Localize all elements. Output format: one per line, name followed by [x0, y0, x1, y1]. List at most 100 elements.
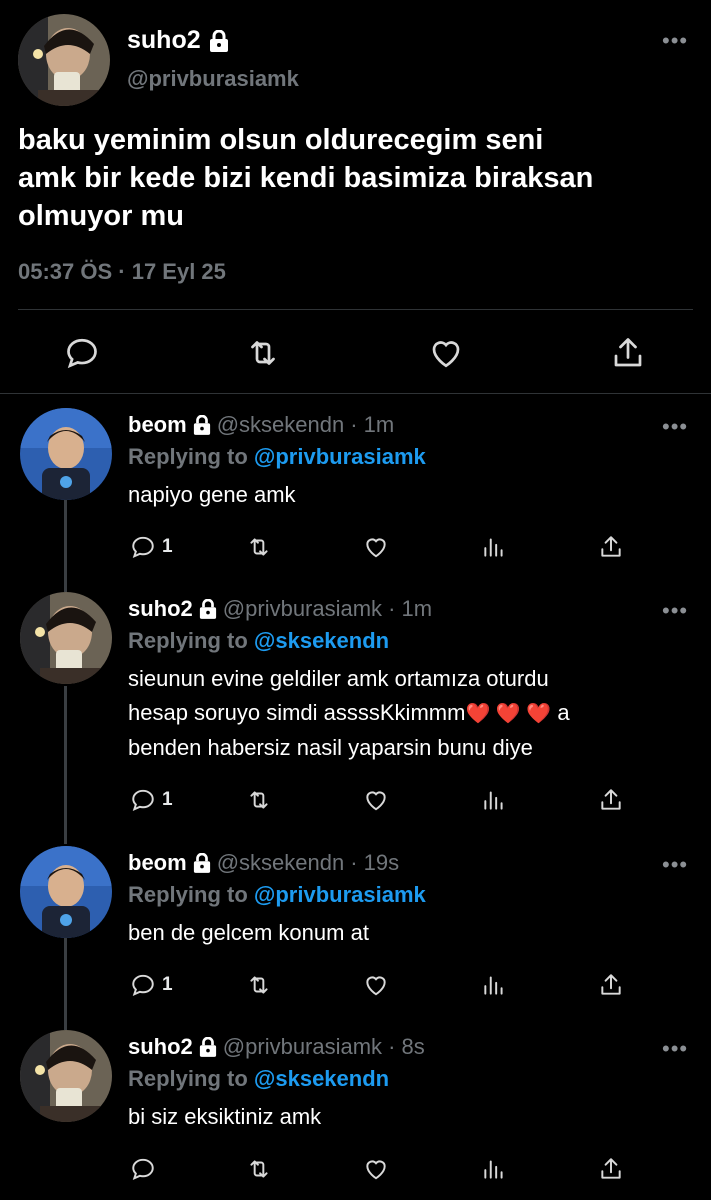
- reply-count: 1: [162, 974, 173, 995]
- like-button[interactable]: [363, 972, 389, 998]
- thread-line: [64, 500, 67, 592]
- lock-icon: [209, 29, 228, 52]
- mention-link[interactable]: @sksekendn: [254, 1066, 389, 1091]
- reply-count: 1: [162, 789, 173, 810]
- retweet-icon: [250, 538, 268, 556]
- reply-time[interactable]: · 1m: [350, 412, 394, 438]
- more-options-icon[interactable]: •••: [662, 600, 688, 622]
- like-button[interactable]: [363, 787, 389, 813]
- author-handle[interactable]: @sksekendn: [217, 850, 345, 876]
- reply-time[interactable]: · 8s: [388, 1034, 425, 1060]
- like-icon: [366, 791, 386, 811]
- share-button[interactable]: [598, 787, 624, 813]
- more-options-icon[interactable]: •••: [662, 30, 688, 52]
- retweet-button[interactable]: [246, 534, 272, 560]
- like-icon[interactable]: [428, 335, 464, 371]
- heart-emoji-icon: ❤️: [520, 703, 552, 725]
- author-name[interactable]: suho2: [127, 26, 229, 55]
- tweet-timestamp[interactable]: 05:37 ÖS · 17 Eyl 25: [18, 259, 226, 285]
- reply-text-line: ben de gelcem konum at: [128, 920, 369, 945]
- mention-link[interactable]: @sksekendn: [254, 628, 389, 653]
- analytics-icon: [484, 1160, 503, 1179]
- like-icon: [366, 1160, 386, 1180]
- reply-icon[interactable]: [64, 335, 100, 371]
- author-name[interactable]: beom: [128, 412, 187, 438]
- analytics-button[interactable]: [481, 972, 507, 998]
- share-icon[interactable]: [610, 335, 646, 371]
- share-button[interactable]: [598, 972, 624, 998]
- lock-icon: [193, 853, 210, 873]
- reply-text-line: sieunun evine geldiler amk ortamıza otur…: [128, 666, 549, 691]
- reply-time[interactable]: · 19s: [350, 850, 399, 876]
- avatar[interactable]: [20, 1030, 112, 1122]
- more-options-icon[interactable]: •••: [662, 416, 688, 438]
- reply-text: napiyo gene amk: [128, 478, 688, 512]
- reply-time[interactable]: · 1m: [388, 596, 432, 622]
- retweet-icon[interactable]: [245, 335, 281, 371]
- author-handle[interactable]: @privburasiamk: [223, 596, 382, 622]
- reply-button[interactable]: [130, 1156, 162, 1182]
- reply-text: ben de gelcem konum at: [128, 916, 688, 950]
- replying-to-label: Replying to: [128, 444, 248, 469]
- author-name[interactable]: suho2: [128, 596, 193, 622]
- replying-to-label: Replying to: [128, 628, 248, 653]
- lock-icon: [199, 599, 216, 619]
- replying-to: Replying to @privburasiamk: [128, 882, 426, 908]
- author-name[interactable]: suho2: [128, 1034, 193, 1060]
- mention-link[interactable]: @privburasiamk: [254, 444, 426, 469]
- share-icon: [601, 1158, 621, 1179]
- reply-text-line: napiyo gene amk: [128, 482, 296, 507]
- avatar[interactable]: [20, 408, 112, 500]
- analytics-button[interactable]: [481, 1156, 507, 1182]
- heart-emoji-icon: ❤️: [490, 703, 521, 725]
- tweet-text-line: olmuyor mu: [18, 200, 184, 232]
- avatar[interactable]: [20, 592, 112, 684]
- replying-to: Replying to @privburasiamk: [128, 444, 426, 470]
- author-handle[interactable]: @sksekendn: [217, 412, 345, 438]
- reply-button[interactable]: 1: [130, 972, 173, 998]
- retweet-button[interactable]: [246, 1156, 272, 1182]
- share-icon: [601, 789, 621, 810]
- reply-icon: [132, 974, 154, 996]
- main-tweet: suho2 @privburasiamk ••• baku yeminim ol…: [0, 0, 711, 393]
- mention-link[interactable]: @privburasiamk: [254, 882, 426, 907]
- more-options-icon[interactable]: •••: [662, 1038, 688, 1060]
- like-button[interactable]: [363, 1156, 389, 1182]
- reply-text: sieunun evine geldiler amk ortamıza otur…: [128, 662, 688, 765]
- retweet-button[interactable]: [246, 787, 272, 813]
- heart-emoji-icon: ❤️: [465, 703, 491, 725]
- reply-button[interactable]: 1: [130, 787, 173, 813]
- divider: [0, 393, 711, 394]
- replying-to: Replying to @sksekendn: [128, 1066, 389, 1092]
- reply-button[interactable]: 1: [130, 534, 173, 560]
- replying-to-label: Replying to: [128, 1066, 248, 1091]
- reply-text-segment: hesap soruyo simdi assssKkimmm: [128, 700, 466, 725]
- analytics-icon: [484, 976, 503, 995]
- share-button[interactable]: [598, 1156, 624, 1182]
- reply-icon: [132, 789, 154, 811]
- tweet-text-line: amk bir kede bizi kendi basimiza biraksa…: [18, 162, 594, 194]
- author-handle[interactable]: @privburasiamk: [223, 1034, 382, 1060]
- analytics-icon: [484, 791, 503, 810]
- share-icon: [601, 974, 621, 995]
- reply-icon: [132, 1158, 154, 1180]
- more-options-icon[interactable]: •••: [662, 854, 688, 876]
- avatar[interactable]: [18, 14, 110, 106]
- analytics-button[interactable]: [481, 787, 507, 813]
- author-name[interactable]: beom: [128, 850, 187, 876]
- analytics-button[interactable]: [481, 534, 507, 560]
- reply-text-line: bi siz eksiktiniz amk: [128, 1104, 322, 1129]
- divider: [18, 309, 693, 310]
- like-button[interactable]: [363, 534, 389, 560]
- reply-header: suho2 @privburasiamk · 1m: [128, 596, 432, 622]
- tweet-text-line: baku yeminim olsun oldurecegim seni: [18, 124, 544, 156]
- tweet-text: baku yeminim olsun oldurecegim seni amk …: [18, 121, 708, 235]
- retweet-button[interactable]: [246, 972, 272, 998]
- author-handle[interactable]: @privburasiamk: [127, 66, 299, 92]
- share-button[interactable]: [598, 534, 624, 560]
- reply-header: beom @sksekendn · 19s: [128, 850, 399, 876]
- avatar[interactable]: [20, 846, 112, 938]
- like-icon: [366, 538, 386, 558]
- replying-to-label: Replying to: [128, 882, 248, 907]
- lock-icon: [193, 415, 210, 435]
